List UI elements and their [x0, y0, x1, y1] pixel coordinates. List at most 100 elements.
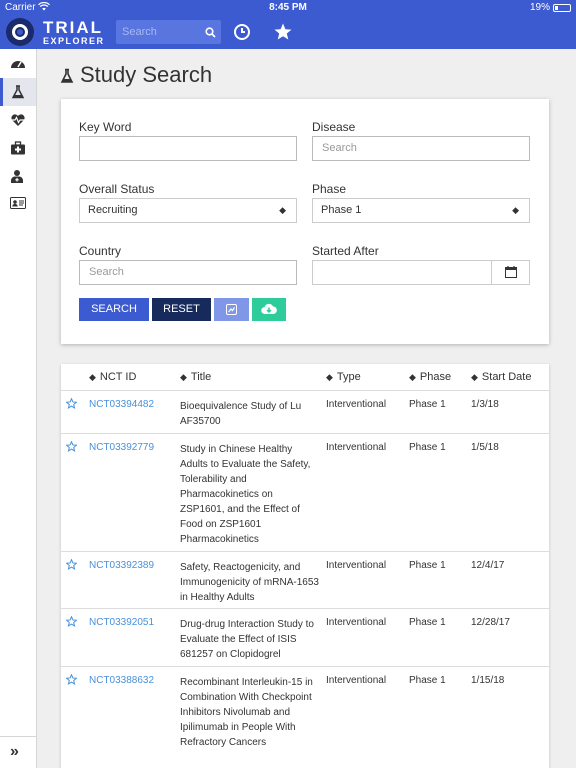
nct-id-link[interactable]: NCT03392051: [89, 617, 154, 628]
country-input[interactable]: Search: [79, 260, 297, 285]
app-logo-icon: [6, 18, 34, 46]
start-date: 12/28/17: [471, 617, 510, 628]
column-header-start-date[interactable]: ◆ Start Date: [471, 364, 531, 391]
phase-select-value: Phase 1: [321, 204, 362, 216]
chart-icon: [226, 304, 237, 315]
nct-id-link[interactable]: NCT03392389: [89, 560, 154, 571]
sort-icon: ◆: [471, 372, 478, 382]
keyword-label: Key Word: [79, 120, 132, 134]
study-title: Bioequivalence Study of Lu AF35700: [180, 401, 302, 427]
sidebar-item-dashboard[interactable]: [0, 50, 36, 78]
table-row: NCT03388632 Recombinant Interleukin-15 i…: [61, 667, 549, 768]
favorite-star-icon[interactable]: [66, 616, 77, 627]
sort-icon: ◆: [180, 372, 187, 382]
study-title: Study in Chinese Healthy Adults to Evalu…: [180, 444, 311, 545]
started-after-input[interactable]: [312, 260, 530, 285]
sidebar-item-doctors[interactable]: [0, 162, 36, 190]
status-label: Overall Status: [79, 182, 155, 196]
favorite-star-icon[interactable]: [66, 674, 77, 685]
clock-time: 8:45 PM: [269, 2, 307, 13]
page-title: Study Search: [60, 62, 212, 88]
id-card-icon: [10, 197, 26, 209]
favorites-star-icon[interactable]: [272, 21, 294, 43]
header-search: [116, 20, 221, 44]
sort-arrows-icon: ◆: [279, 205, 286, 215]
study-type: Interventional: [326, 399, 387, 410]
study-phase: Phase 1: [409, 399, 446, 410]
start-date: 1/15/18: [471, 675, 505, 686]
column-header-title[interactable]: ◆ Title: [180, 364, 211, 391]
study-type: Interventional: [326, 560, 387, 571]
nct-id-link[interactable]: NCT03392779: [89, 442, 154, 453]
status-select-value: Recruiting: [88, 204, 138, 216]
study-type: Interventional: [326, 617, 387, 628]
column-header-type[interactable]: ◆ Type: [326, 364, 361, 391]
column-header-nct[interactable]: ◆ NCT ID: [89, 364, 136, 391]
study-type: Interventional: [326, 675, 387, 686]
study-title: Safety, Reactogenicity, and Immunogenici…: [180, 562, 319, 603]
sort-icon: ◆: [409, 372, 416, 382]
sidebar-item-medical[interactable]: [0, 134, 36, 162]
phase-label: Phase: [312, 182, 347, 196]
sidebar-item-study-search[interactable]: [0, 78, 36, 106]
dashboard-icon: [11, 61, 25, 68]
sidebar-expand-button[interactable]: »: [0, 736, 36, 768]
study-title: Drug-drug Interaction Study to Evaluate …: [180, 619, 314, 660]
start-date: 1/5/18: [471, 442, 499, 453]
app-header: TRIAL EXPLORER: [0, 16, 576, 49]
cloud-download-icon: [261, 303, 277, 315]
date-picker-button[interactable]: [491, 261, 529, 284]
status-select[interactable]: Recruiting ◆: [79, 198, 297, 223]
disease-input[interactable]: Search: [312, 136, 530, 161]
study-title: Recombinant Interleukin-15 in Combinatio…: [180, 677, 313, 748]
heartbeat-icon: [11, 114, 25, 126]
table-row: NCT03392779 Study in Chinese Healthy Adu…: [61, 434, 549, 552]
history-clock-icon[interactable]: [231, 21, 253, 43]
country-label: Country: [79, 244, 122, 258]
battery-percent: 19%: [529, 2, 550, 13]
study-phase: Phase 1: [409, 675, 446, 686]
favorite-star-icon[interactable]: [66, 559, 77, 570]
nct-id-link[interactable]: NCT03388632: [89, 675, 154, 686]
search-icon[interactable]: [205, 25, 216, 43]
expand-chevrons-icon: »: [10, 743, 19, 760]
table-row: NCT03394482 Bioequivalence Study of Lu A…: [61, 391, 549, 434]
chart-button[interactable]: [214, 298, 249, 321]
app-logo: TRIAL EXPLORER: [43, 19, 105, 46]
study-phase: Phase 1: [409, 442, 446, 453]
calendar-icon: [505, 266, 517, 278]
start-date: 1/3/18: [471, 399, 499, 410]
sidebar: »: [0, 49, 37, 768]
study-phase: Phase 1: [409, 560, 446, 571]
disease-label: Disease: [312, 120, 356, 134]
sort-icon: ◆: [89, 372, 96, 382]
logo-subtitle: EXPLORER: [43, 36, 105, 46]
sort-icon: ◆: [326, 372, 333, 382]
header-search-input[interactable]: [116, 20, 204, 44]
study-type: Interventional: [326, 442, 387, 453]
favorite-star-icon[interactable]: [66, 398, 77, 409]
battery-icon: [553, 4, 571, 12]
download-button[interactable]: [252, 298, 286, 321]
page-title-text: Study Search: [80, 62, 213, 87]
reset-button[interactable]: RESET: [152, 298, 211, 321]
keyword-input[interactable]: [79, 136, 297, 161]
sidebar-item-health[interactable]: [0, 106, 36, 134]
nct-id-link[interactable]: NCT03394482: [89, 399, 154, 410]
search-button[interactable]: SEARCH: [79, 298, 149, 321]
search-form: Key Word Disease Search Overall Status R…: [61, 99, 549, 344]
start-date: 12/4/17: [471, 560, 505, 571]
flask-icon: [11, 85, 25, 99]
table-row: NCT03392389 Safety, Reactogenicity, and …: [61, 552, 549, 609]
column-header-phase[interactable]: ◆ Phase: [409, 364, 451, 391]
medkit-icon: [11, 141, 25, 155]
phase-select[interactable]: Phase 1 ◆: [312, 198, 530, 223]
flask-icon: [60, 68, 74, 83]
status-bar: Carrier 8:45 PM 19%: [0, 0, 576, 16]
table-row: NCT03392051 Drug-drug Interaction Study …: [61, 609, 549, 667]
study-phase: Phase 1: [409, 617, 446, 628]
user-md-icon: [11, 170, 23, 183]
favorite-star-icon[interactable]: [66, 441, 77, 452]
sidebar-item-contacts[interactable]: [0, 190, 36, 218]
results-table: ◆ NCT ID ◆ Title ◆ Type ◆ Phase ◆ Start Date …: [61, 364, 549, 768]
